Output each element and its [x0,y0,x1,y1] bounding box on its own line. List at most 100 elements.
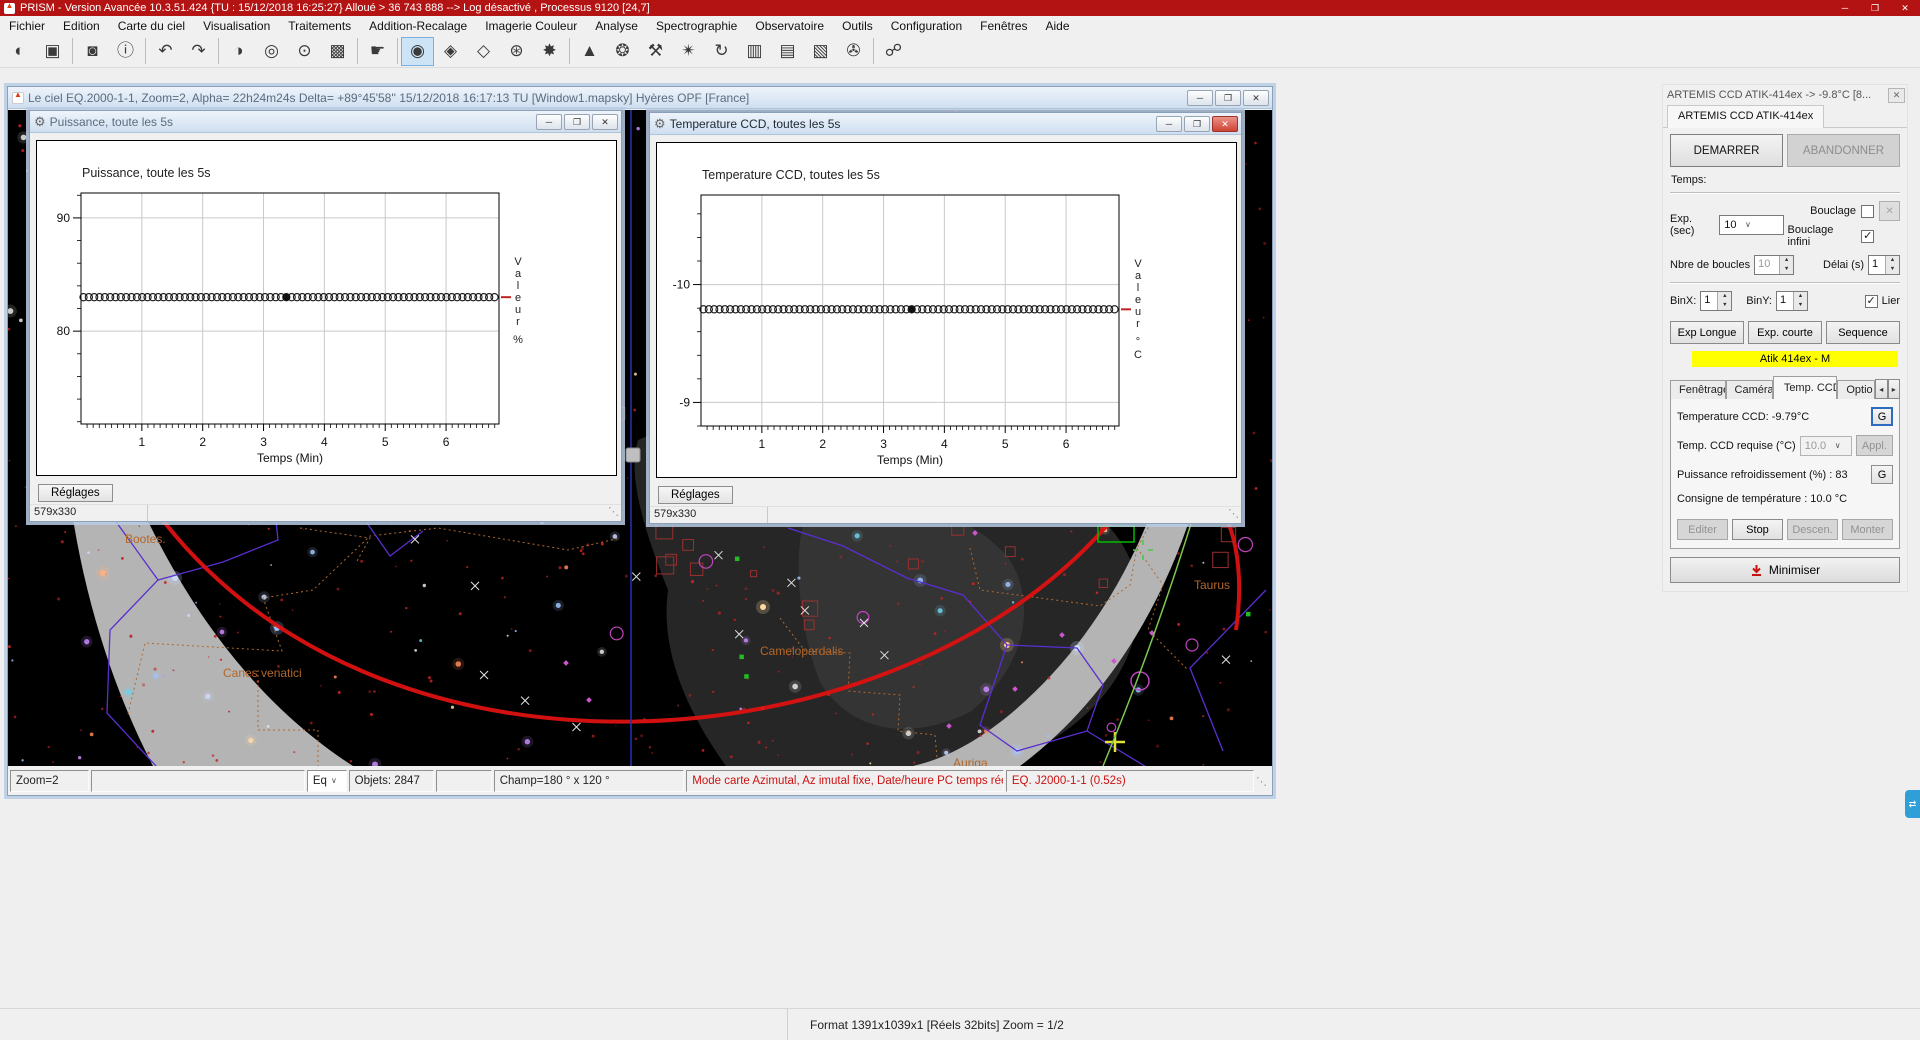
robot-arm-icon[interactable]: ☍ [877,37,910,66]
sequence-button[interactable]: Sequence [1826,321,1900,344]
tab-optio[interactable]: Optio [1837,380,1875,399]
gray-frame-icon[interactable]: ▧ [804,37,837,66]
hand-gears-icon[interactable]: ☛ [361,37,394,66]
sky-close-button[interactable]: ✕ [1243,90,1269,106]
ccd-acquisition-icon[interactable]: ◉ [401,37,434,66]
image-preview-icon[interactable]: ▩ [321,37,354,66]
camera-2-icon[interactable]: ◈ [434,37,467,66]
resize-grip-icon[interactable]: ⋱ [1256,775,1270,788]
exp-courte-button[interactable]: Exp. courte [1748,321,1822,344]
menu-fichier[interactable]: Fichier [0,17,54,35]
resize-grip-icon[interactable]: ⋱ [608,505,621,521]
spin-down-icon: ▼ [1780,265,1793,274]
tab-temp-ccd[interactable]: Temp. CCD [1773,376,1838,399]
delai-stepper[interactable]: 1▲▼ [1868,255,1900,275]
ccd-subtabs: FenêtrageCaméraTemp. CCDOptio◂▸ [1670,375,1900,399]
contrast-sphere-icon[interactable]: ◑ [222,37,255,66]
camera-capture-icon[interactable]: ◙ [76,37,109,66]
nbre-boucles-stepper[interactable]: 10▲▼ [1754,255,1794,275]
tools-wrench-icon[interactable]: ⚒ [639,37,672,66]
app-title: PRISM - Version Avancée 10.3.51.424 {TU … [20,2,1830,14]
menu-visualisation[interactable]: Visualisation [194,17,279,35]
image-info-icon[interactable]: ⓘ [109,37,142,66]
exp-longue-button[interactable]: Exp Longue [1670,321,1744,344]
menu-addition-recalage[interactable]: Addition-Recalage [360,17,476,35]
puissance-close-button[interactable]: ✕ [592,114,618,130]
dark-cone-icon[interactable]: ▲ [573,37,606,66]
zoom-sphere-icon[interactable]: ◎ [255,37,288,66]
temperature-window: ⚙ Temperature CCD, toutes les 5s ─ ❐ ✕ -… [649,112,1242,524]
stop-button[interactable]: Stop [1732,519,1783,540]
menu-spectrographie[interactable]: Spectrographie [647,17,746,35]
binx-stepper[interactable]: 1▲▼ [1700,291,1732,311]
sky-minimize-button[interactable]: ─ [1187,90,1213,106]
reglages-button[interactable]: Réglages [38,484,113,502]
temperature-minimize-button[interactable]: ─ [1156,116,1182,132]
teamviewer-sidebar-tab[interactable]: ⇄ [1905,790,1920,818]
coord-system-combo[interactable]: Eq∨ [307,770,347,792]
puissance-titlebar[interactable]: ⚙ Puissance, toute les 5s ─ ❐ ✕ [30,111,621,133]
undo-arrow-icon[interactable]: ↶ [149,37,182,66]
menu-outils[interactable]: Outils [833,17,882,35]
spin-down-icon: ▼ [1718,301,1731,310]
lier-checkbox[interactable]: ✓ [1865,295,1878,308]
menu-traitements[interactable]: Traitements [279,17,360,35]
menu-carte-du-ciel[interactable]: Carte du ciel [109,17,194,35]
puissance-minimize-button[interactable]: ─ [536,114,562,130]
tab-left-icon[interactable]: ◂ [1875,379,1887,399]
resize-grip-icon[interactable]: ⋱ [1228,507,1241,523]
reglages-button[interactable]: Réglages [658,486,733,504]
graph-button[interactable]: G [1871,407,1893,426]
exposure-combo[interactable]: 10∨ [1719,215,1783,235]
redo-arrow-icon[interactable]: ↷ [182,37,215,66]
menu-imagerie-couleur[interactable]: Imagerie Couleur [476,17,586,35]
menu-observatoire[interactable]: Observatoire [746,17,833,35]
rotate-image-icon[interactable]: ↻ [705,37,738,66]
focuser-icon[interactable]: ✸ [533,37,566,66]
tab-right-icon[interactable]: ▸ [1888,379,1900,399]
sky-window-titlebar[interactable]: Le ciel EQ.2000-1-1, Zoom=2, Alpha= 22h2… [8,87,1272,109]
close-icon[interactable]: ✕ [1888,88,1905,103]
menu-aide[interactable]: Aide [1037,17,1079,35]
magnifier-icon[interactable]: ⊙ [288,37,321,66]
planetarium-sphere-icon[interactable]: ❂ [606,37,639,66]
bars-3d-icon[interactable]: ▤ [771,37,804,66]
svg-text:Temperature CCD, toutes les 5s: Temperature CCD, toutes les 5s [702,168,880,182]
menu-edition[interactable]: Edition [54,17,109,35]
biny-stepper[interactable]: 1▲▼ [1776,291,1808,311]
filter-wheel-icon[interactable]: ⊛ [500,37,533,66]
app-restore-button[interactable]: ❐ [1860,0,1890,16]
grid-frame-icon[interactable]: ▥ [738,37,771,66]
puissance-chart-canvas: 9080123456Temps (Min)Puissance, toute le… [37,141,616,475]
tab-cam-ra[interactable]: Caméra [1726,380,1773,399]
constellation-label: Auriga [953,756,988,766]
app-close-button[interactable]: ✕ [1890,0,1920,16]
temperature-titlebar[interactable]: ⚙ Temperature CCD, toutes les 5s ─ ❐ ✕ [650,113,1241,135]
minimiser-button[interactable]: Minimiser [1670,557,1900,583]
tab-fen-trage[interactable]: Fenêtrage [1670,380,1726,399]
app-minimize-button[interactable]: ─ [1830,0,1860,16]
temperature-restore-button[interactable]: ❐ [1184,116,1210,132]
puissance-restore-button[interactable]: ❐ [564,114,590,130]
temperature-close-button[interactable]: ✕ [1212,116,1238,132]
bouclage-checkbox[interactable] [1861,205,1874,218]
menu-analyse[interactable]: Analyse [586,17,647,35]
star-field-icon[interactable]: ✴ [672,37,705,66]
temperature-ccd-value: Temperature CCD: -9.79°C [1677,411,1809,423]
menu-fen-tres[interactable]: Fenêtres [971,17,1036,35]
save-floppy-icon[interactable]: ▣ [36,37,69,66]
bouclage-infini-checkbox[interactable]: ✓ [1861,230,1874,243]
tab-artemis-ccd[interactable]: ARTEMIS CCD ATIK-414ex [1667,105,1824,128]
temperature-size-label: 579x330 [650,507,768,523]
histogram-dashed-icon[interactable]: ✇ [837,37,870,66]
ccd-panel-title: ARTEMIS CCD ATIK-414ex -> -9.8°C [8... [1667,89,1888,101]
graph-button-2[interactable]: G [1871,465,1893,484]
sky-statusbar: Zoom=2 Eq∨ Objets: 2847 Champ=180 ° x 12… [8,767,1272,795]
sky-restore-button[interactable]: ❐ [1215,90,1241,106]
menu-configuration[interactable]: Configuration [882,17,971,35]
toolbar-separator [569,38,570,64]
camera-3-icon[interactable]: ◇ [467,37,500,66]
temperature-window-title: Temperature CCD, toutes les 5s [670,117,841,131]
open-file-icon[interactable]: ◐ [3,37,36,66]
demarrer-button[interactable]: DEMARRER [1670,134,1783,167]
